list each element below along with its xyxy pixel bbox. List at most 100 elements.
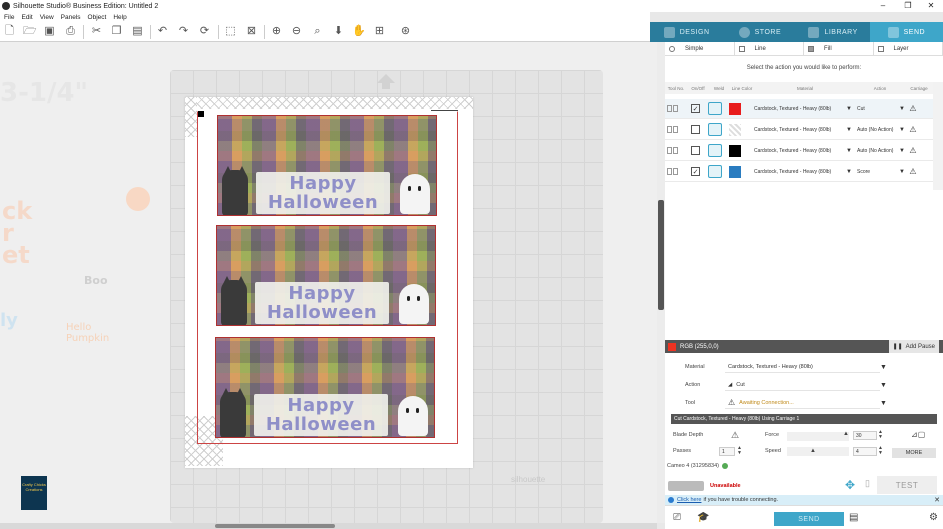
minimize-button[interactable]: – — [871, 0, 895, 12]
mode-tab-layer[interactable]: Layer — [874, 42, 943, 55]
speed-stepper[interactable]: ▲ ▼ — [878, 446, 883, 456]
chevron-down-icon[interactable]: ▼ — [880, 382, 889, 389]
weld-icon[interactable] — [708, 123, 722, 136]
pumpkin-asset[interactable] — [126, 187, 150, 211]
force-slider[interactable] — [787, 432, 849, 441]
canvas-horizontal-scrollbar[interactable] — [0, 523, 657, 529]
line-row-red[interactable]: ✓ Cardstock, Textured - Heavy (80lb) ▼ C… — [665, 99, 933, 119]
trace-icon[interactable]: ⊛ — [399, 25, 412, 38]
chevron-down-icon[interactable]: ▼ — [880, 364, 889, 371]
material-select[interactable]: Cardstock, Textured - Heavy (80lb) — [754, 127, 846, 133]
copy-icon[interactable]: ❐ — [110, 25, 123, 38]
deselect-icon[interactable]: ⊠ — [245, 25, 258, 38]
chevron-down-icon[interactable]: ▼ — [846, 106, 854, 112]
partial-asset[interactable]: ly — [0, 310, 18, 331]
hello-pumpkin-asset[interactable]: Hello Pumpkin — [66, 322, 109, 344]
action-select[interactable]: Auto (No Action) — [854, 127, 899, 133]
line-on-checkbox[interactable] — [691, 146, 700, 155]
zoom-selection-icon[interactable]: ⌕ — [311, 25, 324, 38]
queue-icon[interactable]: ▤ — [849, 512, 858, 523]
line-on-checkbox[interactable]: ✓ — [691, 167, 700, 176]
material-select[interactable]: Cardstock, Textured - Heavy (80lb) — [754, 169, 846, 175]
material-select[interactable]: Cardstock, Textured - Heavy (80lb) — [754, 106, 846, 112]
click-here-link[interactable]: Click here — [677, 497, 701, 503]
halloween-card-2[interactable]: Happy Halloween — [216, 225, 436, 326]
halloween-card-1[interactable]: Happy Halloween — [217, 115, 437, 216]
chevron-down-icon[interactable]: ▼ — [846, 127, 854, 133]
select-icon[interactable]: ⬚ — [224, 25, 237, 38]
move-down-icon[interactable]: ⬇ — [332, 25, 345, 38]
tab-store[interactable]: STORE — [723, 22, 796, 42]
weld-icon[interactable] — [708, 102, 722, 115]
crafty-chicks-logo[interactable]: Crafty Chicks Creations — [21, 476, 47, 510]
force-input[interactable]: 30 — [853, 431, 877, 440]
lines-table-scrollbar[interactable] — [933, 82, 943, 190]
gear-icon[interactable]: ⚙ — [929, 512, 938, 523]
vertical-scroll-thumb[interactable] — [658, 200, 664, 310]
chevron-down-icon[interactable]: ▼ — [899, 106, 907, 112]
speed-input[interactable]: 4 — [853, 447, 877, 456]
tab-library[interactable]: LIBRARY — [797, 22, 870, 42]
line-row-blue[interactable]: ✓ Cardstock, Textured - Heavy (80lb) ▼ S… — [665, 162, 933, 182]
cutter-toggle-icon[interactable]: ▯ — [865, 478, 870, 489]
weld-icon[interactable] — [708, 165, 722, 178]
menu-view[interactable]: View — [40, 14, 54, 21]
open-folder-icon[interactable]: 🗁 — [23, 25, 37, 38]
close-button[interactable]: ✕ — [919, 0, 943, 12]
passes-stepper[interactable]: ▲ ▼ — [737, 446, 742, 456]
pan-icon[interactable]: ✋ — [352, 25, 366, 38]
menu-panels[interactable]: Panels — [61, 14, 81, 21]
tab-design[interactable]: DESIGN — [650, 22, 723, 42]
zoom-in-icon[interactable]: ⊕ — [270, 25, 283, 38]
graduation-cap-icon[interactable]: 🎓 — [697, 512, 709, 523]
mode-tab-line[interactable]: Line — [734, 42, 804, 55]
action-select[interactable]: Cut — [854, 106, 899, 112]
move-arrows-icon[interactable]: ✥ — [845, 478, 855, 492]
redraw-icon[interactable]: ⟳ — [198, 25, 211, 38]
menu-help[interactable]: Help — [113, 14, 126, 21]
line-on-checkbox[interactable]: ✓ — [691, 104, 700, 113]
chevron-down-icon[interactable]: ▼ — [846, 169, 854, 175]
line-row-pattern[interactable]: Cardstock, Textured - Heavy (80lb) ▼ Aut… — [665, 120, 933, 140]
add-page-icon[interactable]: ⊞ — [373, 25, 386, 38]
menu-file[interactable]: File — [4, 14, 14, 21]
boo-asset[interactable]: Boo — [84, 274, 108, 287]
line-row-black[interactable]: Cardstock, Textured - Heavy (80lb) ▼ Aut… — [665, 141, 933, 161]
chevron-down-icon[interactable]: ▼ — [899, 148, 907, 154]
paste-icon[interactable]: ▤ — [131, 25, 144, 38]
material-dropdown[interactable]: Cardstock, Textured - Heavy (80lb) — [725, 361, 880, 373]
canvas-vertical-scrollbar[interactable] — [657, 42, 665, 523]
design-canvas[interactable]: 3-1/4" ck r et Boo Hello Pumpkin ly silhou… — [0, 42, 657, 523]
material-select[interactable]: Cardstock, Textured - Heavy (80lb) — [754, 148, 846, 154]
chevron-down-icon[interactable]: ▼ — [899, 127, 907, 133]
speed-slider[interactable] — [787, 447, 849, 456]
machine-icon[interactable]: ⎚ — [673, 512, 681, 523]
trick-or-treat-asset[interactable]: ck r et — [2, 199, 32, 267]
cut-icon[interactable]: ✂ — [90, 25, 103, 38]
save-icon[interactable]: ▣ — [43, 25, 56, 38]
menu-edit[interactable]: Edit — [21, 14, 32, 21]
send-button[interactable]: SEND — [774, 512, 844, 526]
add-pause-button[interactable]: ❚❚ Add Pause — [888, 340, 939, 353]
slider-handle-icon[interactable]: ▲ — [810, 448, 816, 454]
menu-object[interactable]: Object — [88, 14, 107, 21]
action-select[interactable]: Score — [854, 169, 899, 175]
weld-icon[interactable] — [708, 144, 722, 157]
redo-icon[interactable]: ↷ — [177, 25, 190, 38]
device-entry[interactable]: Unavailable — [668, 477, 828, 495]
mode-tab-simple[interactable]: Simple — [665, 42, 735, 55]
more-button[interactable]: MORE — [892, 448, 936, 458]
chevron-down-icon[interactable]: ▼ — [899, 169, 907, 175]
action-select[interactable]: Auto (No Action) — [854, 148, 899, 154]
line-on-checkbox[interactable] — [691, 125, 700, 134]
blade-depth-icon[interactable]: ⊿▢ — [911, 430, 925, 439]
chevron-down-icon[interactable]: ▼ — [846, 148, 854, 154]
tool-dropdown[interactable]: ⚠ Awaiting Connection... — [725, 397, 880, 409]
maximize-button[interactable]: ❐ — [896, 0, 920, 12]
chevron-down-icon[interactable]: ▼ — [880, 400, 889, 407]
undo-icon[interactable]: ↶ — [156, 25, 169, 38]
mode-tab-fill[interactable]: Fill — [804, 42, 874, 55]
new-file-icon[interactable]: 🗋 — [3, 25, 16, 38]
action-dropdown[interactable]: ◢ Cut — [725, 379, 880, 391]
close-icon[interactable]: ✕ — [934, 496, 940, 504]
